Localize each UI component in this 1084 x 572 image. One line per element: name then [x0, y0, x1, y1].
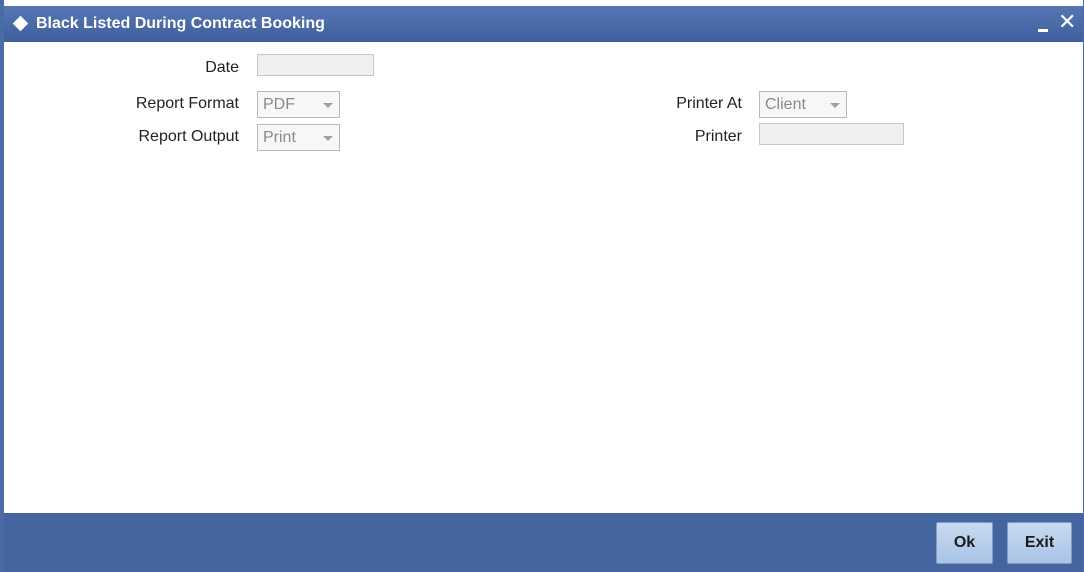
- printer-field[interactable]: [759, 123, 904, 145]
- date-label: Date: [205, 59, 239, 76]
- printer-label: Printer: [694, 128, 742, 145]
- ok-button[interactable]: Ok: [936, 522, 993, 564]
- report-format-value: PDF: [263, 96, 295, 113]
- chevron-down-icon: [323, 136, 333, 141]
- report-output-label: Report Output: [138, 128, 240, 145]
- close-icon[interactable]: ✕: [1058, 10, 1076, 34]
- footer-bar: Ok Exit: [4, 513, 1083, 572]
- window-title: Black Listed During Contract Booking: [36, 15, 325, 32]
- exit-button[interactable]: Exit: [1007, 522, 1072, 564]
- chevron-down-icon: [323, 103, 333, 108]
- printer-at-select[interactable]: Client: [759, 91, 847, 118]
- date-field[interactable]: [257, 54, 374, 76]
- diamond-icon: [12, 15, 29, 32]
- report-format-select[interactable]: PDF: [257, 91, 340, 118]
- title-bar: Black Listed During Contract Booking ✕: [4, 6, 1083, 42]
- report-output-select[interactable]: Print: [257, 124, 340, 151]
- printer-at-label: Printer At: [676, 95, 742, 112]
- printer-at-value: Client: [765, 96, 806, 113]
- chevron-down-icon: [830, 103, 840, 108]
- report-format-label: Report Format: [135, 95, 239, 112]
- report-window: Black Listed During Contract Booking ✕ D…: [0, 0, 1084, 572]
- report-output-value: Print: [263, 129, 296, 146]
- minimize-icon[interactable]: [1036, 20, 1050, 34]
